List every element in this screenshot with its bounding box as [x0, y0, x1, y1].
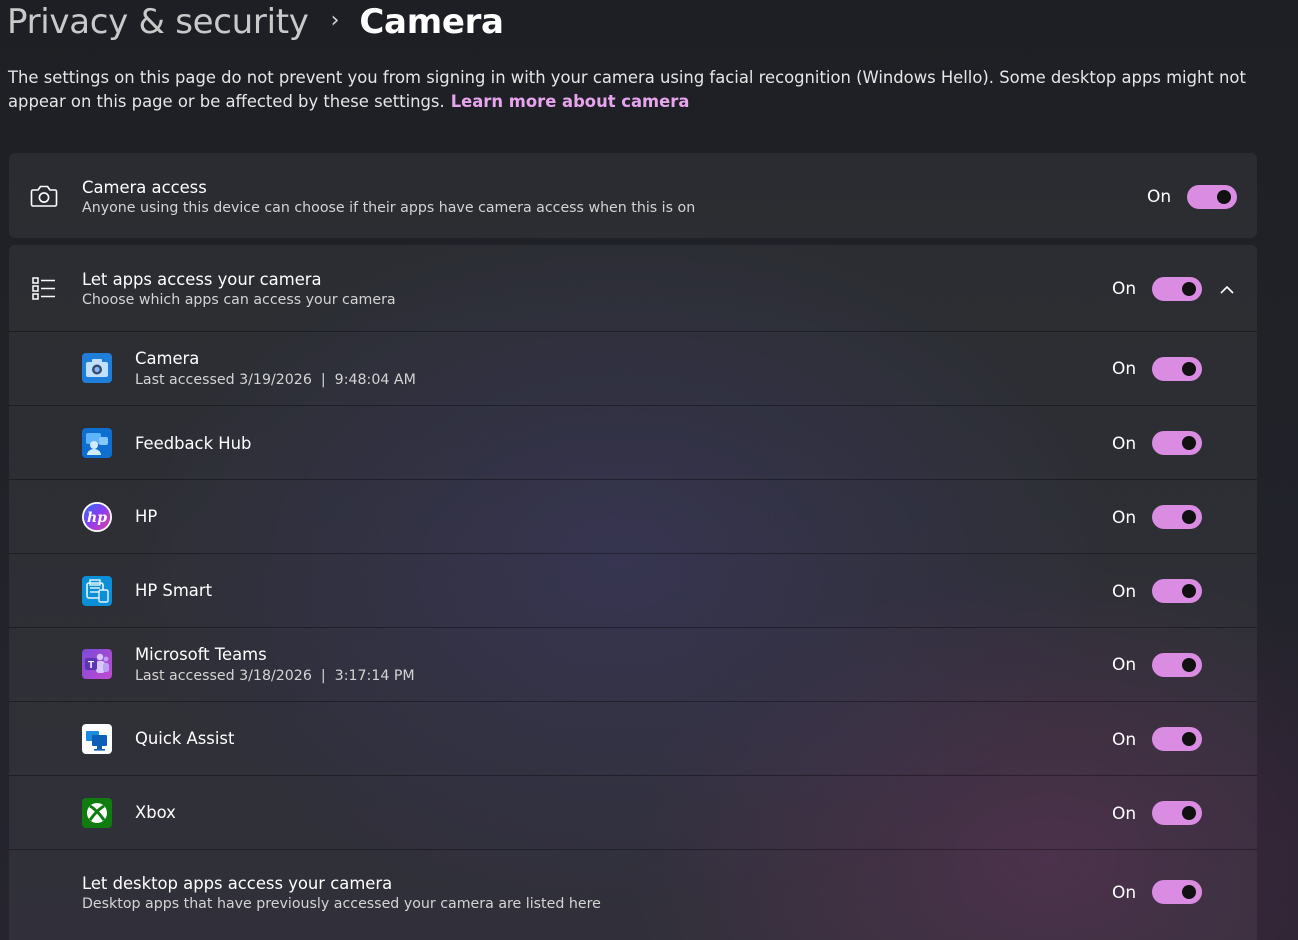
quick-assist-toggle[interactable] — [1152, 727, 1202, 751]
app-state: On — [1112, 730, 1137, 750]
camera-access-card[interactable]: Camera access Anyone using this device c… — [9, 153, 1257, 238]
breadcrumb-parent[interactable]: Privacy & security — [7, 2, 309, 42]
toggle-knob — [1182, 584, 1196, 598]
desktop-apps-subtitle: Desktop apps that have previously access… — [82, 896, 601, 912]
hp-smart-toggle[interactable] — [1152, 579, 1202, 603]
app-state: On — [1112, 508, 1137, 528]
xbox-icon — [82, 798, 112, 832]
teams-toggle[interactable] — [1152, 653, 1202, 677]
quick-assist-icon — [82, 724, 112, 758]
camera-access-toggle[interactable] — [1187, 185, 1237, 209]
app-row-xbox: Xbox On — [9, 775, 1257, 849]
toggle-knob — [1182, 732, 1196, 746]
desktop-apps-row: Let desktop apps access your camera Desk… — [9, 849, 1257, 940]
toggle-knob — [1182, 885, 1196, 899]
app-name: Xbox — [135, 803, 176, 822]
let-apps-title: Let apps access your camera — [82, 270, 322, 289]
camera-icon — [30, 183, 58, 213]
page-title: Camera — [359, 2, 504, 42]
page-description: The settings on this page do not prevent… — [8, 66, 1283, 114]
breadcrumb: Privacy & security › Camera — [7, 0, 504, 44]
app-row-hp: hp HP On — [9, 479, 1257, 553]
hp-icon: hp — [81, 501, 113, 537]
list-icon — [31, 275, 57, 305]
toggle-knob — [1182, 806, 1196, 820]
svg-text:T: T — [88, 660, 94, 671]
app-state: On — [1112, 434, 1137, 454]
app-state: On — [1112, 655, 1137, 675]
camera-app-icon — [82, 353, 112, 387]
desktop-apps-title: Let desktop apps access your camera — [82, 874, 393, 893]
learn-more-link[interactable]: Learn more about camera — [451, 92, 690, 111]
camera-access-title: Camera access — [82, 178, 207, 197]
camera-access-state: On — [1147, 187, 1172, 207]
app-last-accessed: Last accessed 3/18/2026 | 3:17:14 PM — [135, 668, 415, 684]
app-name: HP — [135, 507, 158, 526]
app-name: HP Smart — [135, 581, 212, 600]
app-row-camera: Camera Last accessed 3/19/2026 | 9:48:04… — [9, 331, 1257, 405]
chevron-up-icon[interactable] — [1219, 281, 1235, 300]
app-state: On — [1112, 359, 1137, 379]
app-row-quick-assist: Quick Assist On — [9, 701, 1257, 775]
breadcrumb-separator-icon: › — [330, 7, 340, 33]
let-apps-state: On — [1112, 279, 1137, 299]
app-last-accessed: Last accessed 3/19/2026 | 9:48:04 AM — [135, 372, 416, 388]
teams-icon: T — [82, 649, 112, 683]
camera-app-toggle[interactable] — [1152, 357, 1202, 381]
let-apps-subtitle: Choose which apps can access your camera — [82, 292, 396, 308]
hp-smart-icon — [82, 576, 112, 610]
let-apps-toggle[interactable] — [1152, 277, 1202, 301]
feedback-hub-toggle[interactable] — [1152, 431, 1202, 455]
xbox-toggle[interactable] — [1152, 801, 1202, 825]
desktop-apps-state: On — [1112, 883, 1137, 903]
toggle-knob — [1182, 362, 1196, 376]
feedback-hub-icon — [82, 428, 112, 462]
app-name: Quick Assist — [135, 729, 235, 748]
app-row-feedback-hub: Feedback Hub On — [9, 405, 1257, 479]
camera-access-subtitle: Anyone using this device can choose if t… — [82, 200, 696, 216]
toggle-knob — [1182, 658, 1196, 672]
app-row-hp-smart: HP Smart On — [9, 553, 1257, 627]
svg-text:hp: hp — [87, 510, 107, 526]
app-row-microsoft-teams: T Microsoft Teams Last accessed 3/18/202… — [9, 627, 1257, 701]
let-apps-access-card: Let apps access your camera Choose which… — [9, 245, 1257, 940]
app-state: On — [1112, 804, 1137, 824]
hp-toggle[interactable] — [1152, 505, 1202, 529]
toggle-knob — [1182, 436, 1196, 450]
app-name: Feedback Hub — [135, 434, 252, 453]
app-name: Microsoft Teams — [135, 645, 267, 664]
app-state: On — [1112, 582, 1137, 602]
toggle-knob — [1217, 190, 1231, 204]
toggle-knob — [1182, 510, 1196, 524]
desktop-apps-toggle[interactable] — [1152, 880, 1202, 904]
let-apps-header[interactable]: Let apps access your camera Choose which… — [9, 245, 1257, 331]
app-name: Camera — [135, 349, 200, 368]
toggle-knob — [1182, 282, 1196, 296]
